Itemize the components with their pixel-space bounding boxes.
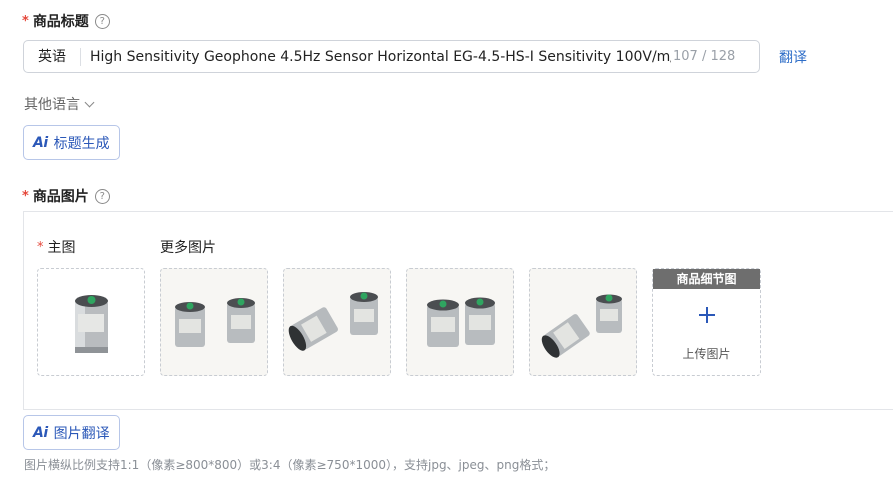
required-mark: * <box>22 13 29 29</box>
translate-link[interactable]: 翻译 <box>779 47 807 67</box>
main-image-thumbnail[interactable] <box>37 268 145 376</box>
more-images-label: 更多图片 <box>160 240 216 256</box>
image-translate-label: 图片翻译 <box>53 425 110 442</box>
question-circle-icon[interactable]: ? <box>94 13 110 29</box>
product-title-input[interactable]: 英语 High Sensitivity Geophone 4.5Hz Senso… <box>23 40 760 73</box>
upload-label: 上传图片 <box>682 347 731 361</box>
more-image-thumbnail-4[interactable] <box>529 268 637 376</box>
product-title-heading: * 商品标题 ? <box>22 11 110 31</box>
product-images-label: 商品图片 <box>32 189 89 205</box>
detail-image-upload[interactable]: 商品细节图 上传图片 <box>652 268 761 376</box>
product-images-heading: * 商品图片 ? <box>22 186 110 206</box>
product-title-label: 商品标题 <box>32 14 89 30</box>
other-languages-label: 其他语言 <box>24 97 80 113</box>
required-mark: * <box>22 188 29 204</box>
more-image-thumbnail-2[interactable] <box>283 268 391 376</box>
plus-icon <box>699 307 715 323</box>
main-image-label: 主图 <box>47 240 76 256</box>
required-mark: * <box>37 239 44 255</box>
language-tag[interactable]: 英语 <box>24 47 81 66</box>
image-translate-button[interactable]: Ai 图片翻译 <box>23 415 120 450</box>
detail-image-header: 商品细节图 <box>653 269 760 289</box>
main-image-heading: * 主图 <box>37 237 76 257</box>
other-languages-toggle[interactable]: 其他语言 <box>24 94 95 114</box>
more-image-thumbnail-1[interactable] <box>160 268 268 376</box>
image-format-note: 图片横纵比例支持1:1（像素≥800*800）或3:4（像素≥750*1000）… <box>24 458 556 472</box>
question-circle-icon[interactable]: ? <box>94 188 110 204</box>
ai-icon: Ai <box>33 134 48 151</box>
ai-icon: Ai <box>33 424 48 441</box>
chevron-down-icon <box>84 97 95 107</box>
title-text[interactable]: High Sensitivity Geophone 4.5Hz Sensor H… <box>81 49 671 65</box>
more-image-thumbnail-3[interactable] <box>406 268 514 376</box>
title-generate-label: 标题生成 <box>53 135 110 152</box>
title-generate-button[interactable]: Ai 标题生成 <box>23 125 120 160</box>
char-counter: 107 / 128 <box>673 49 736 64</box>
